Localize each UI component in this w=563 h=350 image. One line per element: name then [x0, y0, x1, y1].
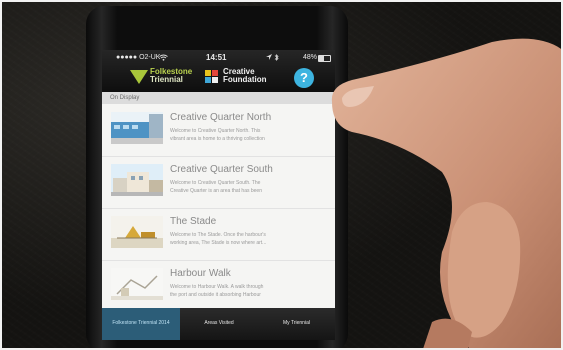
logo-left-line2: Triennial: [150, 75, 183, 84]
list-item-title: The Stade: [170, 216, 217, 227]
list-item-thumbnail: [111, 216, 163, 248]
creative-foundation-logo: Creative Foundation: [223, 68, 267, 84]
tab-bar: Folkestone Triennial 2014 Areas Visited …: [102, 308, 335, 340]
list-item[interactable]: The Stade Welcome to The Stade. Once the…: [102, 208, 335, 261]
location-icon: [266, 54, 272, 60]
status-bar: ●●●●● O2-UK 14:51 48%: [102, 52, 335, 64]
list-item[interactable]: Creative Quarter North Welcome to Creati…: [102, 104, 335, 157]
video-frame: ●●●●● O2-UK 14:51 48% Folkestone Trienni…: [0, 0, 563, 350]
logo-right-line2: Foundation: [223, 75, 267, 84]
list-item-title: Creative Quarter North: [170, 112, 272, 123]
list-item[interactable]: Harbour Walk Welcome to Harbour Walk. A …: [102, 260, 335, 313]
folkestone-triennial-logo: Folkestone Triennial: [150, 68, 192, 84]
help-button[interactable]: ?: [294, 68, 314, 88]
clock: 14:51: [206, 53, 227, 62]
list-item-thumbnail: [111, 164, 163, 196]
list-item[interactable]: Creative Quarter South Welcome to Creati…: [102, 156, 335, 209]
tab-label: Folkestone Triennial 2014: [112, 320, 170, 326]
list-item-description: Welcome to Harbour Walk. A walk through …: [170, 284, 264, 298]
list-item-title: Creative Quarter South: [170, 164, 273, 175]
list-item-thumbnail: [111, 268, 163, 300]
list-item-title: Harbour Walk: [170, 268, 231, 279]
creative-foundation-logo-icon: [205, 70, 219, 84]
wifi-icon: [159, 54, 168, 61]
list-item-description: Welcome to Creative Quarter North. This …: [170, 128, 265, 142]
phone-screen: ●●●●● O2-UK 14:51 48% Folkestone Trienni…: [102, 50, 335, 340]
section-header: On Display: [102, 92, 335, 104]
list-item-description: Welcome to Creative Quarter South. The C…: [170, 180, 262, 194]
hand-image: [331, 38, 561, 348]
bluetooth-icon: [274, 54, 279, 61]
app-header: ●●●●● O2-UK 14:51 48% Folkestone Trienni…: [102, 50, 335, 92]
tab-label: Areas Visited: [204, 320, 234, 326]
tab-folkestone-triennial[interactable]: Folkestone Triennial 2014: [102, 308, 180, 340]
tab-areas-visited[interactable]: Areas Visited: [180, 308, 258, 340]
carrier-label: ●●●●● O2-UK: [116, 54, 161, 61]
list-item-thumbnail: [111, 112, 163, 144]
folkestone-triennial-logo-icon: [130, 70, 148, 84]
list-item-description: Welcome to The Stade. Once the harbour's…: [170, 232, 267, 246]
